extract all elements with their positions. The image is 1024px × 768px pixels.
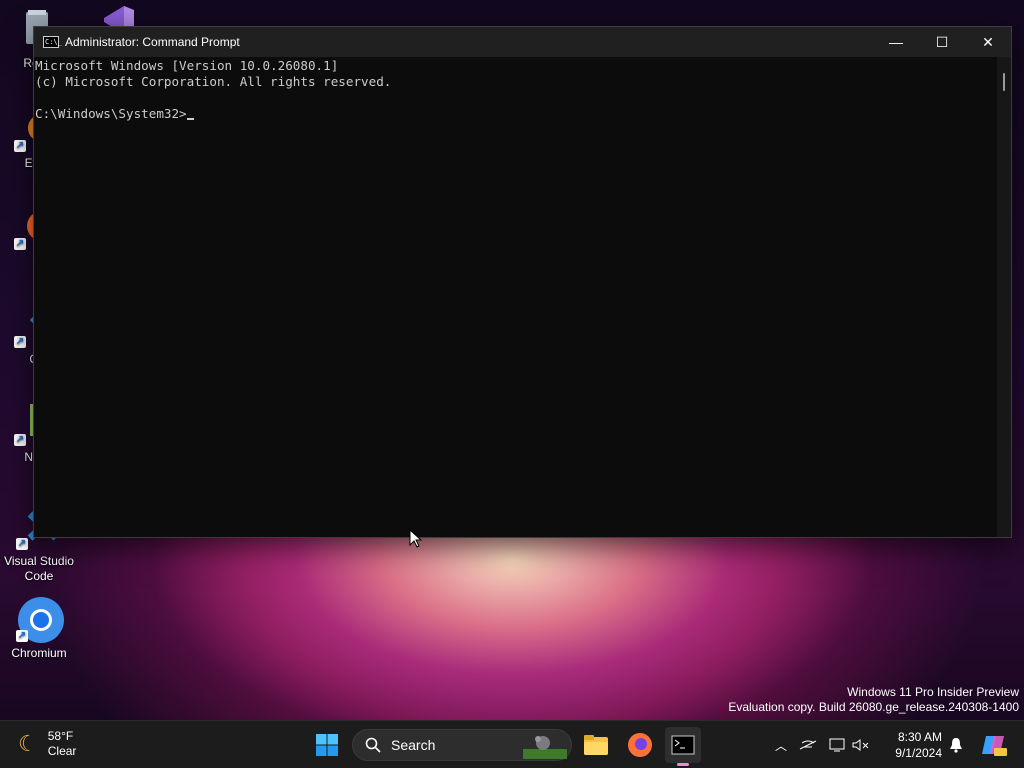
scrollbar-thumb[interactable] xyxy=(1003,73,1005,91)
clock-date: 9/1/2024 xyxy=(895,746,942,760)
shortcut-arrow-icon: ↗ xyxy=(14,336,26,348)
desktop-icon-chromium[interactable]: ↗ Chromium xyxy=(2,596,76,661)
clock-time: 8:30 AM xyxy=(897,730,942,744)
bell-icon xyxy=(950,738,962,753)
chromium-icon: ↗ xyxy=(16,596,64,643)
window-controls: — ☐ ✕ xyxy=(873,27,1011,57)
close-button[interactable]: ✕ xyxy=(965,27,1011,57)
volume-muted-icon[interactable] xyxy=(850,737,872,753)
minimize-button[interactable]: — xyxy=(873,27,919,57)
console-line: (c) Microsoft Corporation. All rights re… xyxy=(35,74,392,89)
folder-icon xyxy=(584,735,608,755)
windows-logo-icon xyxy=(316,734,338,756)
command-prompt-window[interactable]: C:\_ Administrator: Command Prompt — ☐ ✕… xyxy=(33,26,1012,538)
search-highlight-icon xyxy=(523,736,567,759)
shortcut-arrow-icon: ↗ xyxy=(16,538,28,550)
desktop-icon-label: Visual Studio Code xyxy=(4,554,74,583)
weather-widget[interactable]: ☾ 58°F Clear xyxy=(18,729,76,759)
taskbar-file-explorer[interactable] xyxy=(578,727,614,763)
start-button[interactable] xyxy=(309,727,345,763)
notifications-button[interactable] xyxy=(944,727,968,763)
active-indicator xyxy=(677,763,689,766)
copilot-icon xyxy=(982,736,1007,756)
taskbar: ☾ 58°F Clear Search ︿ 8:30 AM 9/1/2024 xyxy=(0,720,1024,768)
terminal-icon xyxy=(671,735,695,755)
taskbar-search[interactable]: Search xyxy=(352,729,572,761)
taskbar-clock[interactable]: 8:30 AM 9/1/2024 xyxy=(895,729,942,761)
desktop-icon-label: Chromium xyxy=(11,646,67,660)
taskbar-firefox[interactable] xyxy=(622,727,658,763)
window-title: Administrator: Command Prompt xyxy=(65,35,240,49)
console-prompt: C:\Windows\System32> xyxy=(35,106,187,121)
vertical-scrollbar[interactable] xyxy=(997,57,1011,537)
shortcut-arrow-icon: ↗ xyxy=(14,140,26,152)
text-cursor xyxy=(186,118,194,120)
display-icon[interactable] xyxy=(824,737,850,753)
network-disconnected-icon[interactable] xyxy=(792,737,824,753)
minimize-icon: — xyxy=(889,34,903,50)
shortcut-arrow-icon: ↗ xyxy=(14,434,26,446)
mouse-pointer-icon xyxy=(409,529,423,548)
insider-watermark: Windows 11 Pro Insider Preview Evaluatio… xyxy=(728,685,1019,715)
search-placeholder: Search xyxy=(391,737,436,753)
console-output[interactable]: Microsoft Windows [Version 10.0.26080.1]… xyxy=(34,57,997,537)
watermark-line1: Windows 11 Pro Insider Preview xyxy=(847,685,1019,699)
search-icon xyxy=(365,737,381,753)
weather-condition: Clear xyxy=(47,744,77,758)
firefox-icon xyxy=(628,733,652,757)
system-tray: ︿ xyxy=(770,721,872,768)
maximize-icon: ☐ xyxy=(935,33,949,50)
maximize-button[interactable]: ☐ xyxy=(919,27,965,57)
close-icon: ✕ xyxy=(982,33,994,50)
tray-overflow-chevron-icon[interactable]: ︿ xyxy=(770,737,792,754)
console-prompt-line: C:\Windows\System32> xyxy=(35,106,997,122)
shortcut-arrow-icon: ↗ xyxy=(14,238,26,250)
console-line: Microsoft Windows [Version 10.0.26080.1] xyxy=(35,58,339,73)
watermark-line2: Evaluation copy. Build 26080.ge_release.… xyxy=(728,700,1019,714)
shortcut-arrow-icon: ↗ xyxy=(16,630,28,642)
copilot-button[interactable] xyxy=(976,727,1012,763)
moon-icon: ☾ xyxy=(18,731,38,756)
window-titlebar[interactable]: C:\_ Administrator: Command Prompt — ☐ ✕ xyxy=(34,27,1011,57)
cmd-app-icon: C:\_ xyxy=(43,36,62,48)
weather-temperature: 58°F xyxy=(47,729,74,743)
taskbar-command-prompt[interactable] xyxy=(665,727,701,766)
